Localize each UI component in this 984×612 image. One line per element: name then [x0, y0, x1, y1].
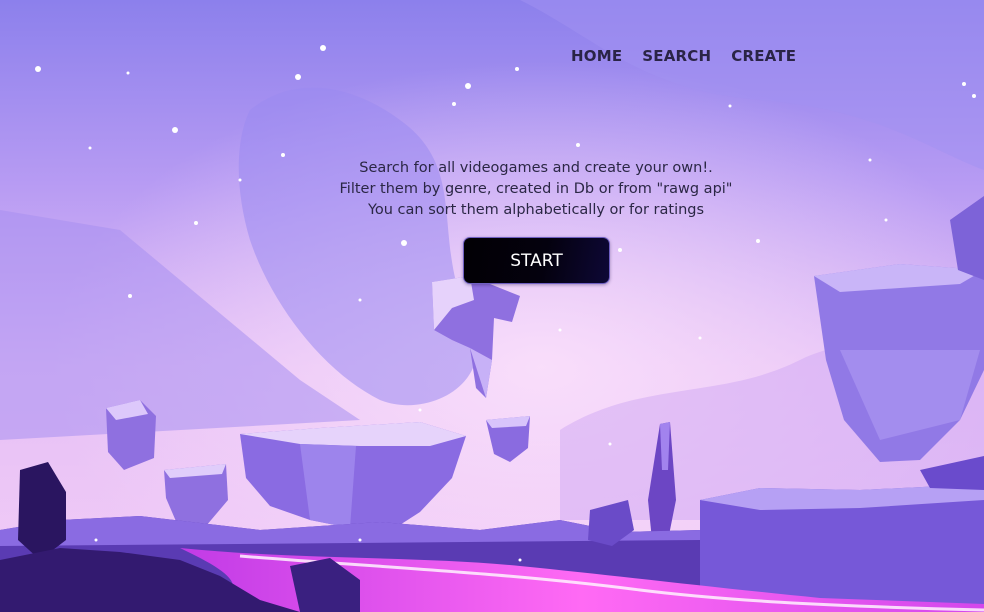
background-landscape: [0, 0, 984, 612]
nav-home-link[interactable]: HOME: [571, 47, 622, 65]
nav-create-link[interactable]: CREATE: [731, 47, 796, 65]
nav-search-link[interactable]: SEARCH: [642, 47, 711, 65]
intro-text: Search for all videogames and create you…: [300, 158, 772, 221]
intro-line-3: You can sort them alphabetically or for …: [367, 202, 705, 218]
intro-line-1: Search for all videogames and create you…: [359, 160, 713, 176]
intro-line-2: Filter them by genre, created in Db or f…: [339, 181, 733, 197]
main-nav: HOME SEARCH CREATE: [571, 47, 796, 65]
start-button[interactable]: START: [463, 237, 610, 284]
